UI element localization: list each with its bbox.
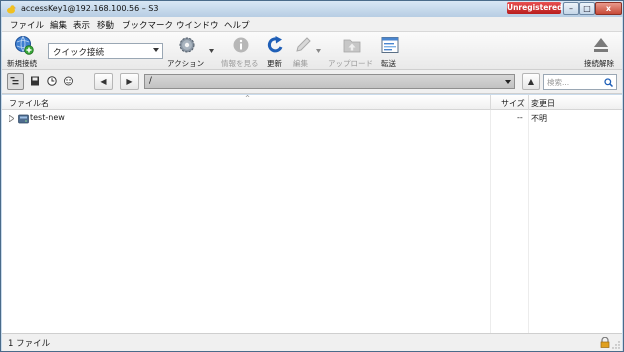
file-modified: 不明 (531, 114, 547, 123)
info-icon (233, 37, 249, 53)
edit-dropdown-arrow-icon (316, 49, 321, 53)
globe-plus-icon (15, 36, 34, 55)
gear-icon (179, 37, 195, 53)
action-button[interactable]: アクション (167, 35, 215, 69)
path-value: / (149, 76, 152, 86)
column-guide (528, 110, 529, 333)
title-bar: accessKey1@192.168.100.56 – S3 Unregiste… (1, 1, 623, 17)
search-input[interactable]: 検索... (543, 74, 617, 90)
search-icon (604, 78, 613, 87)
close-button[interactable]: x (595, 2, 622, 15)
file-size: -- (517, 113, 523, 122)
transfers-label: 転送 (381, 59, 396, 68)
quick-connect-value: クイック接続 (53, 48, 105, 58)
edit-button[interactable]: 編集 (291, 35, 321, 69)
file-browser[interactable]: test-new -- 不明 (2, 110, 622, 333)
history-toggle[interactable] (43, 73, 60, 90)
menu-bookmarks[interactable]: ブックマーク (122, 19, 173, 31)
upload-folder-icon (343, 39, 361, 53)
chevron-down-icon (153, 48, 159, 52)
path-select[interactable]: / (144, 74, 515, 89)
window-title: accessKey1@192.168.100.56 – S3 (21, 4, 159, 13)
unregistered-badge[interactable]: Unregistered (507, 2, 562, 14)
sort-ascending-icon: ^ (245, 95, 251, 102)
get-info-label: 情報を見る (221, 59, 259, 68)
table-row[interactable]: test-new -- 不明 (2, 112, 622, 125)
disconnect-button[interactable]: 接続解除 (582, 35, 620, 69)
transfers-window-icon (381, 37, 399, 53)
menu-file[interactable]: ファイル (10, 19, 44, 31)
action-label: アクション (167, 59, 205, 68)
refresh-label: 更新 (267, 59, 282, 68)
file-name: test-new (30, 113, 65, 122)
new-connection-label: 新規接続 (7, 59, 37, 68)
refresh-icon (267, 36, 283, 53)
chevron-down-icon (505, 80, 511, 84)
file-list-header: ファイル名 ^ サイズ 変更日 (2, 95, 622, 110)
resize-grip-icon[interactable] (612, 341, 620, 349)
duck-app-icon (7, 5, 16, 14)
outline-view-icon (10, 77, 19, 85)
browser-view-toggle[interactable] (7, 73, 24, 90)
upload-button[interactable]: アップロード (327, 35, 377, 69)
upload-label: アップロード (328, 59, 373, 68)
lock-icon[interactable] (599, 337, 611, 348)
app-window: accessKey1@192.168.100.56 – S3 Unregiste… (0, 0, 624, 352)
disclosure-triangle-icon[interactable] (9, 115, 14, 122)
menu-window[interactable]: ウインドウ (176, 19, 219, 31)
bonjour-toggle[interactable] (60, 73, 77, 90)
disconnect-label: 接続解除 (584, 59, 614, 68)
edit-label: 編集 (293, 59, 308, 68)
column-filename[interactable]: ファイル名 (9, 98, 49, 109)
clock-icon (46, 76, 57, 86)
parent-directory-button[interactable]: ▲ (522, 73, 540, 90)
pencil-icon (296, 37, 311, 52)
column-modified[interactable]: 変更日 (531, 98, 555, 109)
status-text: 1 ファイル (8, 339, 51, 349)
refresh-button[interactable]: 更新 (264, 35, 288, 69)
column-divider[interactable] (490, 95, 491, 110)
search-placeholder: 検索... (547, 78, 570, 87)
action-dropdown-arrow-icon (209, 49, 214, 53)
quick-connect-select[interactable]: クイック接続 (48, 43, 163, 59)
column-divider[interactable] (528, 95, 529, 110)
column-guide (490, 110, 491, 333)
bonjour-icon (64, 76, 73, 86)
bookmark-book-icon (30, 76, 39, 86)
navigation-bar: ◀ ▶ / ▲ 検索... (2, 70, 622, 94)
toolbar: 新規接続 クイック接続 アクション 情報を見る 更新 編集 アップロード 転送 … (2, 32, 622, 70)
menu-help[interactable]: ヘルプ (224, 19, 250, 31)
new-connection-button[interactable]: 新規接続 (5, 35, 43, 69)
get-info-button[interactable]: 情報を見る (220, 35, 262, 69)
menu-view[interactable]: 表示 (73, 19, 90, 31)
eject-icon (594, 38, 608, 52)
menu-go[interactable]: 移動 (97, 19, 114, 31)
bookmarks-toggle[interactable] (26, 73, 43, 90)
bucket-drive-icon (18, 114, 29, 124)
column-size[interactable]: サイズ (501, 98, 525, 109)
back-button[interactable]: ◀ (94, 73, 113, 90)
forward-button[interactable]: ▶ (120, 73, 139, 90)
menu-edit[interactable]: 編集 (50, 19, 67, 31)
transfers-button[interactable]: 転送 (379, 35, 401, 69)
minimize-button[interactable]: – (563, 2, 579, 15)
status-bar: 1 ファイル (2, 333, 622, 351)
menu-bar: ファイル 編集 表示 移動 ブックマーク ウインドウ ヘルプ (2, 17, 622, 32)
maximize-button[interactable]: □ (579, 2, 595, 15)
